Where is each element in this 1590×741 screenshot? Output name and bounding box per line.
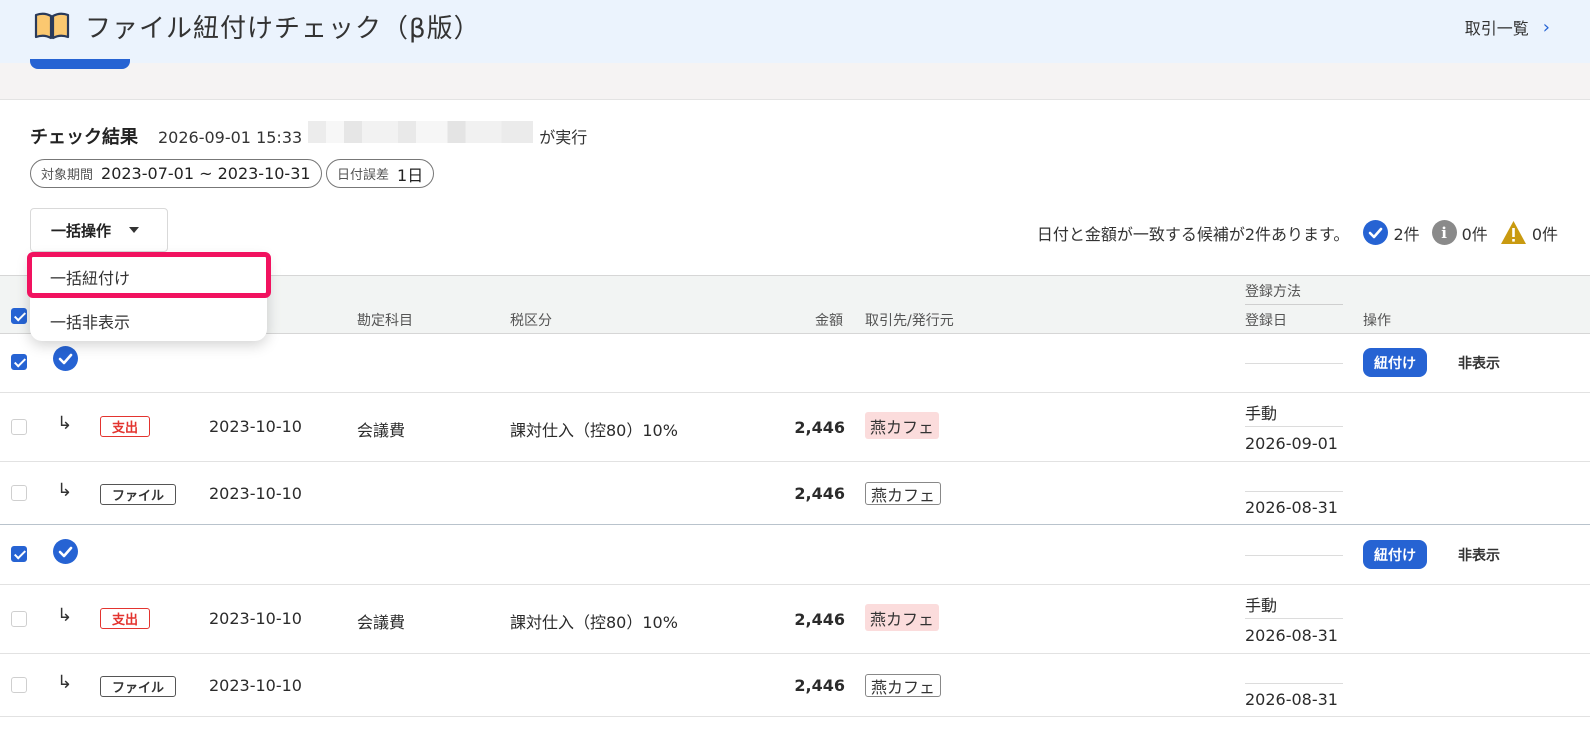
date-cell: 2023-10-10 (209, 676, 302, 695)
highlight-frame (27, 252, 271, 298)
run-button-edge[interactable] (30, 59, 130, 69)
period-value: 2023-07-01 ~ 2023-10-31 (101, 164, 311, 183)
transactions-link-label: 取引一覧 (1464, 19, 1529, 38)
match-stats: 日付と金額が一致する候補が2件あります。 2件 i 0件 0件 (1037, 220, 1558, 245)
info-icon: i (1431, 220, 1457, 245)
tolerance-label: 日付誤差 (337, 168, 390, 183)
link-button[interactable]: 紐付け (1363, 540, 1427, 569)
amount-cell: 2,446 (794, 676, 845, 695)
redacted-user (308, 121, 534, 143)
hide-button[interactable]: 非表示 (1458, 353, 1500, 373)
file-tag: ファイル (100, 484, 176, 505)
match-check-icon (53, 539, 78, 564)
child-arrow-icon: ↳ (57, 413, 73, 434)
bulk-action-label: 一括操作 (51, 221, 112, 240)
reg-date-cell: 2026-08-31 (1245, 498, 1338, 517)
warning-icon (1500, 221, 1526, 244)
table-row: ↳ ファイル 2023-10-10 2,446 燕カフェ 2026-08-31 (0, 654, 1590, 717)
match-message: 日付と金額が一致する候補が2件あります。 (1036, 224, 1350, 244)
col-action: 操作 (1363, 313, 1391, 329)
check-circle-icon (1363, 220, 1389, 245)
col-partner: 取引先/発行元 (865, 313, 954, 329)
book-icon (34, 12, 70, 40)
expense-tag: 支出 (100, 416, 150, 437)
group-checkbox[interactable] (11, 546, 27, 562)
link-button[interactable]: 紐付け (1363, 348, 1427, 377)
header-divider (1245, 304, 1343, 305)
col-tax: 税区分 (510, 313, 552, 329)
partner-badge: 燕カフェ (865, 412, 940, 439)
tolerance-chip: 日付誤差 1日 (326, 159, 435, 188)
reg-divider (1245, 363, 1343, 364)
caret-down-icon (129, 227, 140, 233)
reg-divider (1245, 683, 1343, 684)
group-checkbox[interactable] (11, 354, 27, 370)
group-row: 紐付け 非表示 (0, 334, 1590, 393)
tax-cell: 課対仕入（控80）10% (510, 613, 678, 632)
row-checkbox[interactable] (11, 677, 27, 693)
date-cell: 2023-10-10 (209, 609, 302, 628)
row-checkbox[interactable] (11, 485, 27, 501)
match-check-icon (53, 346, 78, 371)
result-timestamp: 2026-09-01 15:33 (158, 128, 303, 147)
page-title: ファイル紐付けチェック（β版） (85, 14, 481, 44)
tolerance-value: 1日 (397, 165, 424, 185)
col-reg-date: 登録日 (1245, 313, 1287, 329)
child-arrow-icon: ↳ (57, 672, 73, 693)
menu-item-bulk-hide[interactable]: 一括非表示 (50, 309, 130, 333)
warn-count: 0件 (1531, 224, 1558, 244)
bulk-action-button[interactable]: 一括操作 (30, 208, 168, 252)
hide-button[interactable]: 非表示 (1458, 545, 1500, 565)
result-title: チェック結果 (30, 127, 138, 148)
date-cell: 2023-10-10 (209, 484, 302, 503)
expense-tag: 支出 (100, 608, 150, 629)
file-tag: ファイル (100, 676, 176, 697)
reg-divider (1245, 555, 1343, 556)
reg-divider (1245, 426, 1343, 427)
table-row: ↳ 支出 2023-10-10 会議費 課対仕入（控80）10% 2,446 燕… (0, 393, 1590, 462)
toolbar-band (0, 59, 1590, 100)
transactions-link[interactable]: 取引一覧 › (1465, 15, 1550, 39)
col-account: 勘定科目 (357, 313, 413, 329)
child-arrow-icon: ↳ (57, 480, 73, 501)
period-label: 対象期間 (41, 168, 94, 183)
reg-divider (1245, 618, 1343, 619)
ok-count: 2件 (1393, 224, 1420, 244)
result-summary: チェック結果 2026-09-01 15:33 が実行 (30, 121, 587, 149)
col-reg-method: 登録方法 (1245, 284, 1301, 300)
reg-method-cell: 手動 (1245, 404, 1278, 423)
account-cell: 会議費 (357, 613, 406, 632)
reg-divider (1245, 491, 1343, 492)
reg-method-cell: 手動 (1245, 596, 1278, 615)
select-all-checkbox[interactable] (11, 308, 27, 324)
info-count: 0件 (1461, 224, 1488, 244)
reg-date-cell: 2026-09-01 (1245, 434, 1338, 453)
issuer-badge: 燕カフェ (865, 674, 942, 697)
tax-cell: 課対仕入（控80）10% (510, 421, 678, 440)
partner-badge: 燕カフェ (865, 604, 940, 631)
child-arrow-icon: ↳ (57, 605, 73, 626)
table-row: ↳ 支出 2023-10-10 会議費 課対仕入（控80）10% 2,446 燕… (0, 585, 1590, 654)
row-checkbox[interactable] (11, 611, 27, 627)
app-header: ファイル紐付けチェック（β版） 取引一覧 › (0, 0, 1590, 63)
col-amount: 金額 (815, 313, 843, 329)
account-cell: 会議費 (357, 421, 406, 440)
reg-date-cell: 2026-08-31 (1245, 626, 1338, 645)
reg-date-cell: 2026-08-31 (1245, 690, 1338, 709)
table-row: ↳ ファイル 2023-10-10 2,446 燕カフェ 2026-08-31 (0, 462, 1590, 525)
row-checkbox[interactable] (11, 419, 27, 435)
amount-cell: 2,446 (794, 610, 845, 629)
chevron-right-icon: › (1542, 16, 1550, 38)
issuer-badge: 燕カフェ (865, 482, 942, 505)
period-chip: 対象期間 2023-07-01 ~ 2023-10-31 (30, 159, 322, 188)
result-executed: が実行 (539, 128, 588, 147)
amount-cell: 2,446 (794, 418, 845, 437)
group-row: 紐付け 非表示 (0, 525, 1590, 585)
date-cell: 2023-10-10 (209, 417, 302, 436)
amount-cell: 2,446 (794, 484, 845, 503)
